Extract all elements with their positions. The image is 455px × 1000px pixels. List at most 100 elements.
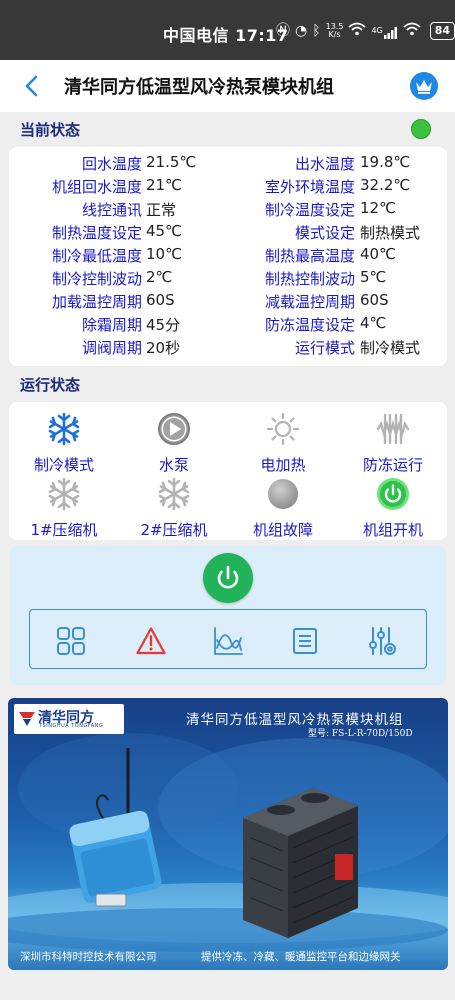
product-banner: 清华同方 TSINGHUA TONGFANG 清华同方低温型风冷热泵模块机组 型… (8, 698, 448, 970)
parameter-settings-button[interactable] (367, 626, 397, 656)
status-label: 室外环境温度 (264, 178, 355, 196)
status-value: 21℃ (146, 176, 182, 194)
snowflake-icon (48, 477, 80, 511)
status-value: 12℃ (360, 199, 396, 217)
battery-indicator: 84 (429, 22, 455, 40)
run-item-compressor-1: 1#压缩机 (14, 477, 114, 540)
bluetooth-icon: ᛒ (312, 23, 321, 39)
status-value: 制冷模式 (360, 339, 421, 357)
status-value: 32.2℃ (360, 176, 411, 194)
grid-icon (57, 627, 85, 655)
status-label: 制冷温度设定 (264, 201, 355, 219)
status-value: 40℃ (360, 245, 396, 263)
banner-title: 清华同方低温型风冷热泵模块机组 (186, 712, 404, 728)
back-button[interactable] (18, 72, 46, 100)
banner-slogan: 提供冷冻、冷藏、暖通监控平台和边缘网关 (201, 951, 401, 963)
page-title: 清华同方低温型风冷热泵模块机组 (64, 77, 334, 98)
brand-logo-mark-icon (19, 712, 35, 726)
status-row: 制冷控制波动 2℃ 制热控制波动 5℃ (9, 268, 447, 291)
run-item-label: 机组开机 (362, 521, 423, 539)
power-icon (377, 478, 409, 510)
status-row: 除霜周期 45分 防冻温度设定 4℃ (9, 314, 447, 337)
status-label: 调阀周期 (81, 339, 142, 357)
antifreeze-icon (376, 413, 410, 445)
status-value: 2℃ (146, 268, 173, 286)
run-item-pump: 水泵 (124, 412, 224, 475)
status-value: 19.8℃ (360, 153, 411, 171)
status-row: 机组回水温度 21℃ 室外环境温度 32.2℃ (9, 176, 447, 199)
power-toggle-button[interactable] (203, 553, 253, 603)
function-toolbar (29, 609, 427, 669)
status-value: 4℃ (360, 314, 387, 332)
run-item-unit-fault: 机组故障 (233, 477, 333, 540)
status-label: 制冷控制波动 (51, 270, 142, 288)
nfc-icon: Ⓝ (276, 23, 290, 39)
records-list-button[interactable] (290, 626, 320, 656)
status-label: 加载温控周期 (51, 293, 142, 311)
network-speed: 13.5 K/s (325, 22, 344, 39)
system-status-bar: 中国电信 17:17 Ⓝ ◔ ᛒ 13.5 K/s 4G 84 (0, 0, 455, 60)
run-item-unit-on: 机组开机 (343, 477, 443, 540)
status-row: 制冷最低温度 10℃ 制热最高温度 40℃ (9, 245, 447, 268)
run-item-cooling-mode: 制冷模式 (14, 412, 114, 475)
trend-chart-button[interactable] (213, 626, 243, 656)
status-value: 21.5℃ (146, 153, 197, 171)
status-value: 正常 (146, 201, 177, 219)
run-status-heading: 运行状态 (20, 376, 81, 394)
alarm-button[interactable] (136, 626, 166, 656)
banner-model: 型号: FS-L-R-70D/150D (308, 729, 413, 739)
overview-button[interactable] (56, 626, 86, 656)
status-label: 回水温度 (81, 155, 142, 173)
control-panel (9, 546, 447, 685)
run-item-electric-heating: 电加热 (233, 412, 333, 475)
banner-footer: 深圳市科特时控技术有限公司 提供冷冻、冷藏、暖通监控平台和边缘网关 (8, 946, 448, 966)
run-item-label: 制冷模式 (33, 456, 94, 474)
status-label: 除霜周期 (81, 316, 142, 334)
brand-logo: 清华同方 TSINGHUA TONGFANG (14, 704, 124, 734)
banner-company: 深圳市科特时控技术有限公司 (20, 951, 157, 963)
status-value: 10℃ (146, 245, 182, 263)
run-item-compressor-2: 2#压缩机 (124, 477, 224, 540)
pump-icon (158, 413, 190, 445)
app-header: 清华同方低温型风冷热泵模块机组 (0, 60, 455, 112)
status-value: 60S (360, 291, 389, 309)
status-label: 出水温度 (294, 155, 355, 173)
status-row: 加载温控周期 60S 减载温控周期 60S (9, 291, 447, 314)
current-status-heading: 当前状态 (20, 121, 81, 139)
status-value: 制热模式 (360, 224, 421, 242)
carrier-time: 中国电信 17:17 (163, 26, 289, 45)
status-row: 制热温度设定 45℃ 模式设定 制热模式 (9, 222, 447, 245)
status-row: 调阀周期 20秒 运行模式 制冷模式 (9, 337, 447, 360)
run-item-label: 1#压缩机 (30, 521, 98, 539)
alarm-clock-icon: ◔ (295, 23, 308, 39)
status-label: 运行模式 (294, 339, 355, 357)
status-label: 制热最高温度 (264, 247, 355, 265)
run-item-antifreeze: 防冻运行 (343, 412, 443, 475)
status-label: 减载温控周期 (264, 293, 355, 311)
current-status-panel: 回水温度 21.5℃ 出水温度 19.8℃ 机组回水温度 21℃ 室外环境温度 … (9, 147, 447, 366)
run-item-label: 机组故障 (252, 521, 313, 539)
status-value: 60S (146, 291, 175, 309)
run-item-label: 防冻运行 (362, 456, 423, 474)
settings-sliders-icon (369, 627, 396, 655)
brand-logo-english: TSINGHUA TONGFANG (39, 723, 104, 729)
crown-button[interactable] (410, 72, 438, 100)
status-label: 制热控制波动 (264, 270, 355, 288)
status-row: 线控通讯 正常 制冷温度设定 12℃ (9, 199, 447, 222)
fault-indicator-icon (268, 479, 298, 509)
run-item-label: 水泵 (158, 456, 189, 474)
curve-chart-icon (214, 627, 243, 655)
status-label: 制热温度设定 (51, 224, 142, 242)
status-value: 45℃ (146, 222, 182, 240)
snowflake-icon (158, 477, 190, 511)
run-item-label: 电加热 (260, 456, 306, 474)
status-icons: Ⓝ ◔ ᛒ 13.5 K/s 4G 84 (276, 22, 455, 40)
chevron-left-icon (25, 75, 38, 97)
status-label: 制冷最低温度 (51, 247, 142, 265)
run-status-panel: 制冷模式 水泵 电加热 防冻运行 1#压缩机 2#压缩机 机组故障 机组开机 (9, 402, 447, 540)
status-value: 20秒 (146, 339, 181, 357)
wifi-icon (348, 22, 367, 40)
sun-icon (266, 412, 300, 446)
alarm-icon (136, 627, 166, 655)
online-status-indicator (411, 119, 431, 139)
